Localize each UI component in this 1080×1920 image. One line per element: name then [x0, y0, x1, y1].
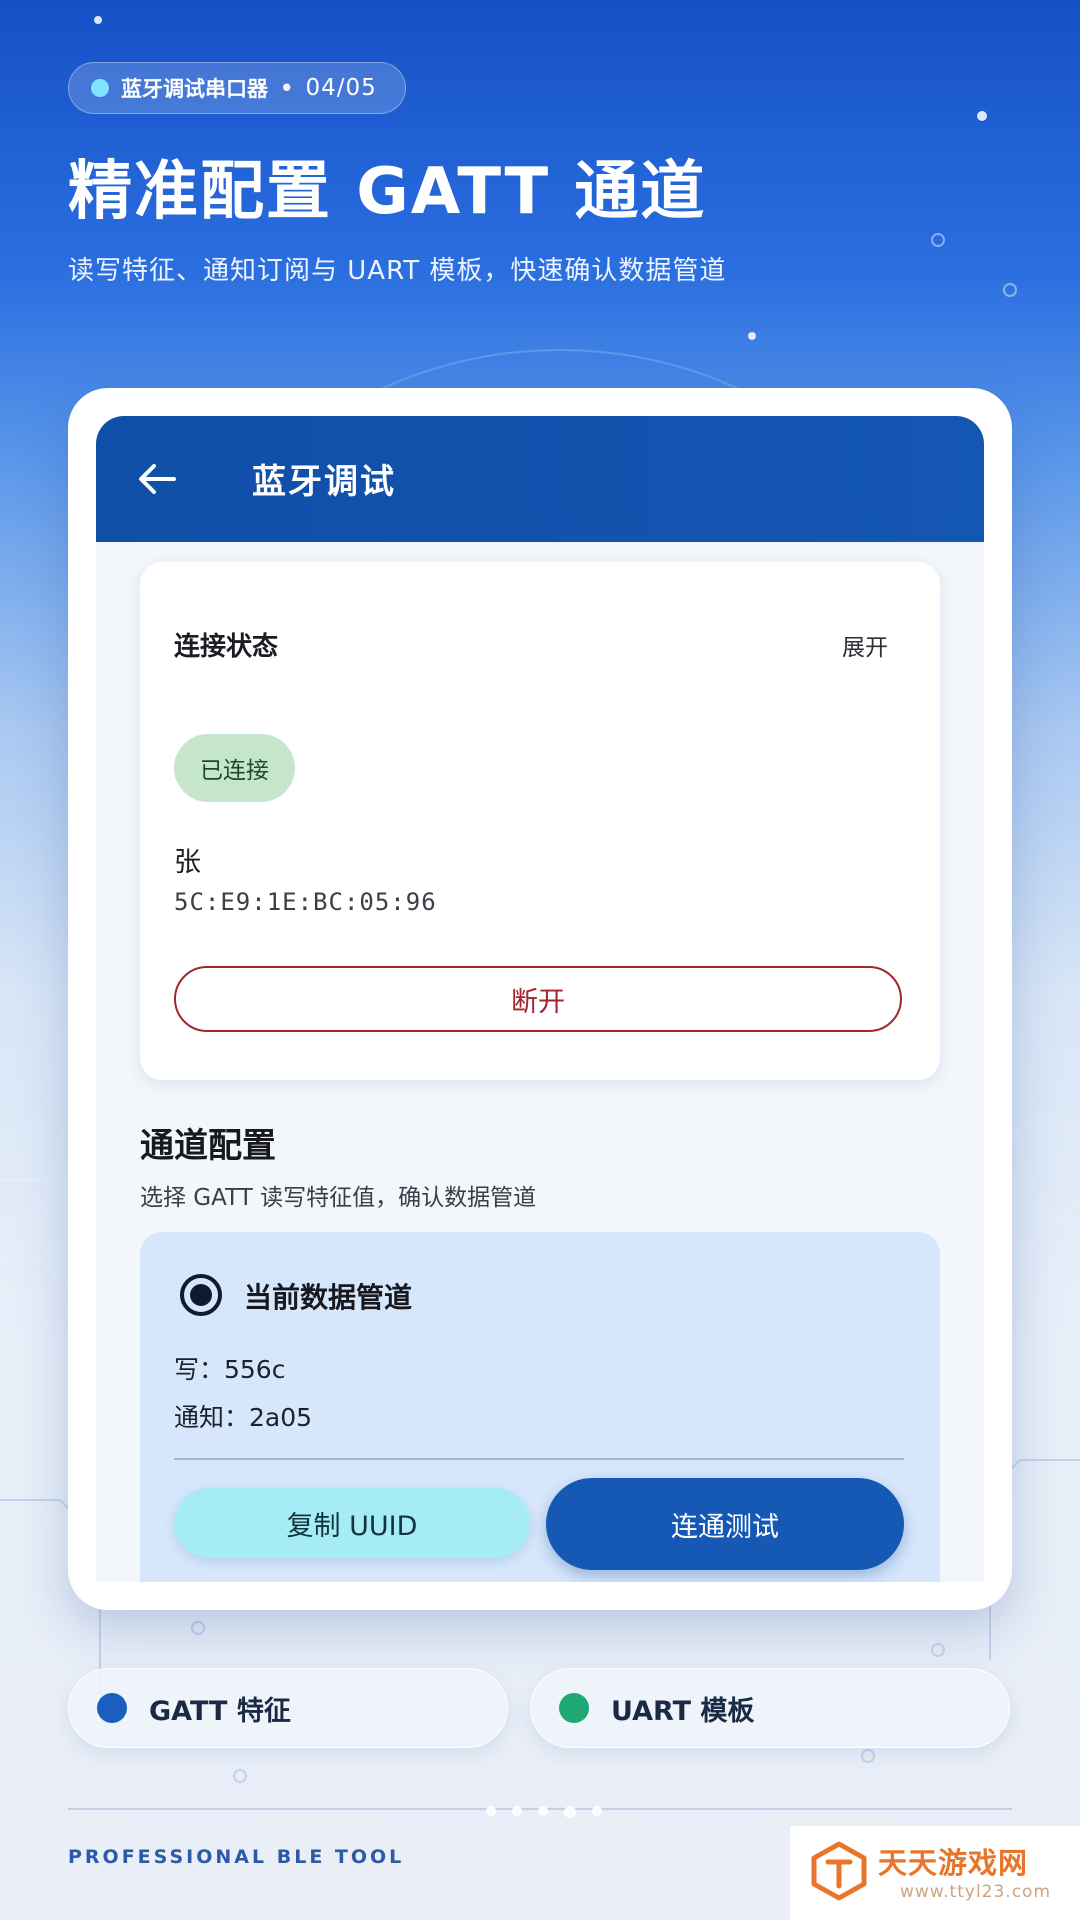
page-dot-active	[564, 1806, 576, 1818]
site-url: www.ttyl23.com	[900, 1882, 1052, 1902]
app-name-pill: 蓝牙调试串口器 • 04/05	[68, 62, 406, 114]
pill-dot	[91, 79, 109, 97]
device-frame: 蓝牙调试 连接状态 展开 已连接 张 5C:E9:1E:BC:05:96 断开 …	[68, 388, 1012, 1610]
chip-label: UART 模板	[611, 1695, 755, 1727]
chip-dot-green	[559, 1693, 589, 1723]
app-bar: 蓝牙调试	[96, 416, 984, 542]
chip-dot-blue	[97, 1693, 127, 1723]
promo-subline: 读写特征、通知订阅与 UART 模板，快速确认数据管道	[68, 256, 727, 286]
write-characteristic: 写：556c	[174, 1355, 286, 1384]
device-mac-address: 5C:E9:1E:BC:05:96	[174, 888, 437, 916]
page-indicator: 04/05	[305, 75, 377, 101]
feature-chip-uart: UART 模板	[530, 1668, 1010, 1748]
promo-headline: 精准配置 GATT 通道	[68, 155, 707, 229]
site-logo-icon	[811, 1841, 867, 1901]
app-title: 蓝牙调试	[252, 462, 396, 502]
device-name: 张	[174, 847, 201, 878]
data-pipe-title: 当前数据管道	[244, 1281, 413, 1314]
brand-tagline: PROFESSIONAL BLE TOOL	[68, 1846, 405, 1868]
arrow-left-icon[interactable]	[134, 456, 180, 502]
page-dot	[486, 1806, 496, 1816]
page-dot	[592, 1806, 602, 1816]
pill-app-name: 蓝牙调试串口器	[121, 77, 268, 101]
status-badge: 已连接	[174, 734, 295, 802]
channel-section-title: 通道配置	[140, 1126, 276, 1166]
site-watermark: 天天游戏网 www.ttyl23.com	[790, 1826, 1080, 1920]
connection-title: 连接状态	[174, 632, 279, 662]
page-dots	[486, 1806, 602, 1818]
notify-characteristic: 通知：2a05	[174, 1403, 313, 1432]
copy-uuid-button[interactable]: 复制 UUID	[174, 1488, 530, 1558]
data-pipe-card: 当前数据管道 写：556c 通知：2a05 复制 UUID 连通测试	[140, 1232, 940, 1582]
connectivity-test-button[interactable]: 连通测试	[546, 1478, 904, 1570]
divider	[174, 1458, 904, 1460]
expand-button[interactable]: 展开	[842, 628, 888, 662]
chip-label: GATT 特征	[149, 1695, 291, 1727]
app-screen: 蓝牙调试 连接状态 展开 已连接 张 5C:E9:1E:BC:05:96 断开 …	[96, 416, 984, 1582]
page-dot	[512, 1806, 522, 1816]
pill-separator: •	[280, 76, 294, 100]
site-name: 天天游戏网	[878, 1846, 1029, 1880]
feature-chip-gatt: GATT 特征	[68, 1668, 508, 1748]
disconnect-button[interactable]: 断开	[174, 966, 902, 1032]
connection-card: 连接状态 展开 已连接 张 5C:E9:1E:BC:05:96 断开	[140, 562, 940, 1080]
radio-selected-icon[interactable]	[178, 1272, 224, 1318]
channel-section-subtitle: 选择 GATT 读写特征值，确认数据管道	[140, 1185, 537, 1211]
page-dot	[538, 1806, 548, 1816]
